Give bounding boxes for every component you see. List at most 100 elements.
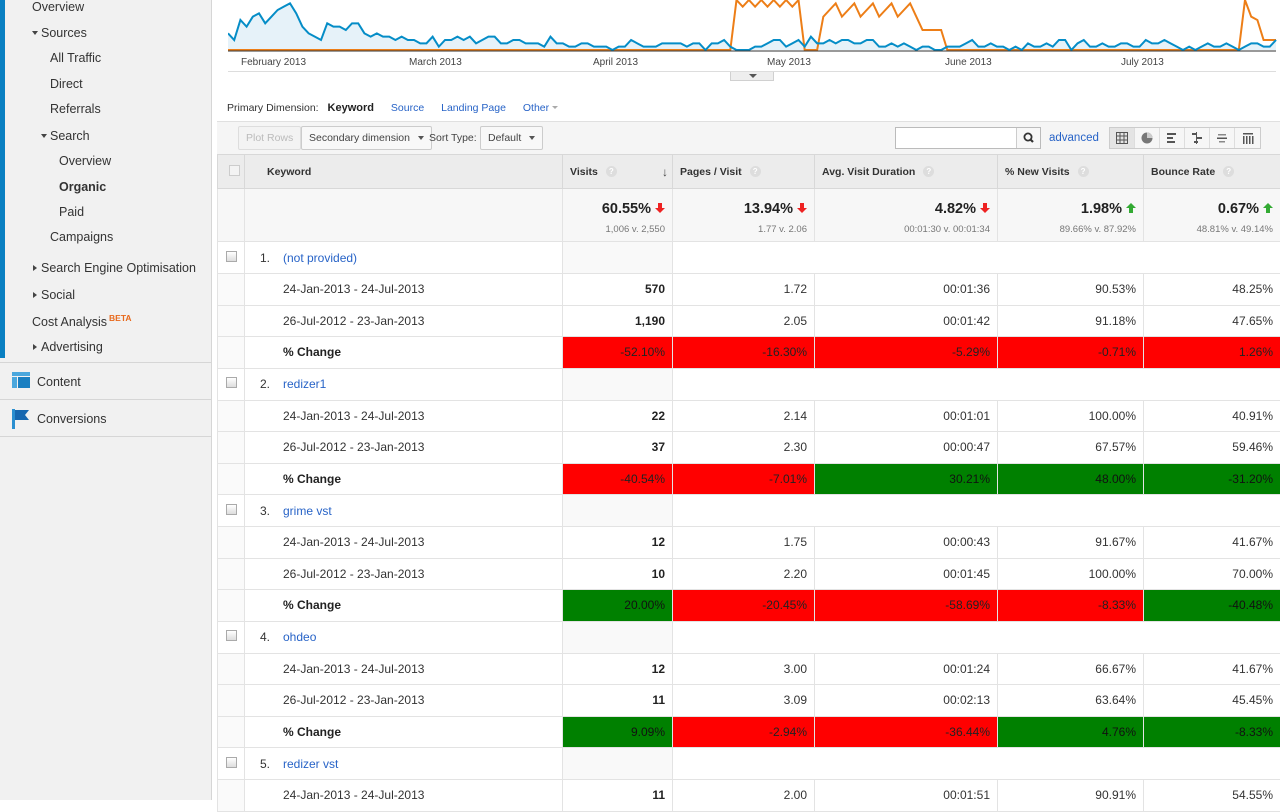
col-header-bounce-rate[interactable]: Bounce Rate? (1144, 155, 1280, 189)
col-header-label: Keyword (267, 166, 311, 178)
sidebar-item-overview[interactable]: Overview (59, 154, 111, 168)
trend-arrow-icon (797, 201, 807, 211)
row-checkbox[interactable] (226, 504, 237, 515)
sort-type-label: Sort Type: (429, 132, 477, 144)
keyword-cell: 1.(not provided) (245, 242, 563, 274)
sidebar-item-label: Overview (59, 154, 111, 168)
col-header-keyword[interactable]: Keyword (245, 155, 563, 189)
view-switcher (1109, 127, 1261, 149)
sidebar-item-campaigns[interactable]: Campaigns (50, 230, 113, 244)
trend-arrow-icon (1126, 201, 1136, 211)
comparison-view-icon (1191, 132, 1203, 144)
change-new-visits: -8.33% (998, 590, 1144, 622)
row-checkbox[interactable] (226, 377, 237, 388)
date-range-row: 24-Jan-2013 - 24-Jul-2013121.7500:00:439… (218, 527, 1280, 559)
sidebar-item-direct[interactable]: Direct (50, 77, 83, 91)
sidebar-item-organic[interactable]: Organic (59, 180, 106, 194)
sidebar-item-all-traffic[interactable]: All Traffic (50, 51, 101, 65)
primary-dimension-keyword-active[interactable]: Keyword (328, 102, 374, 114)
keyword-link[interactable]: redizer vst (283, 757, 338, 771)
sidebar-item-cost-analysis[interactable]: Cost AnalysisBETA (32, 313, 132, 329)
term-cloud-view-button[interactable] (1210, 128, 1235, 148)
sidebar-item-referrals[interactable]: Referrals (50, 102, 101, 116)
sidebar-section-conversions[interactable]: Conversions (0, 399, 211, 435)
pivot-view-button[interactable] (1235, 128, 1260, 148)
sidebar-section-content[interactable]: Content (0, 362, 211, 398)
blank-cell (563, 495, 673, 527)
table-search-input[interactable] (896, 128, 1016, 148)
sidebar-item-label: Advertising (41, 340, 103, 354)
row-index: 4. (260, 630, 283, 644)
search-button[interactable] (1016, 128, 1040, 148)
percent-change-label: % Change (245, 337, 563, 369)
help-icon[interactable]: ? (923, 166, 934, 177)
date-range-row: 26-Jul-2012 - 23-Jan-2013372.3000:00:476… (218, 432, 1280, 464)
date-range-label: 24-Jan-2013 - 24-Jul-2013 (245, 653, 563, 685)
row-checkbox[interactable] (226, 251, 237, 262)
row-checkbox[interactable] (226, 630, 237, 641)
total-compare: 89.66% v. 87.92% (998, 224, 1136, 235)
help-icon[interactable]: ? (1078, 166, 1089, 177)
blank-cell (673, 621, 1280, 653)
table-view-button[interactable] (1110, 128, 1135, 148)
sidebar-item-paid[interactable]: Paid (59, 205, 84, 219)
row-cb-cell (218, 685, 245, 717)
chart-collapse-handle[interactable] (730, 72, 774, 81)
secondary-dimension-label: Secondary dimension (309, 132, 410, 144)
series-area-visits (228, 3, 1276, 50)
metric-avg-duration: 00:01:45 (815, 558, 998, 590)
secondary-dimension-dropdown[interactable]: Secondary dimension (301, 126, 432, 150)
help-icon[interactable]: ? (1223, 166, 1234, 177)
sort-type-dropdown[interactable]: Default (480, 126, 543, 150)
keyword-link[interactable]: ohdeo (283, 630, 316, 644)
keyword-group-row: 4.ohdeo (218, 621, 1280, 653)
sidebar-item-social[interactable]: Social (33, 288, 75, 302)
sidebar-item-sources[interactable]: Sources (32, 26, 87, 40)
sidebar-item-label: Social (41, 288, 75, 302)
keyword-group-row: 1.(not provided) (218, 242, 1280, 274)
row-checkbox-cell (218, 368, 245, 400)
chevron-down-icon (418, 136, 424, 140)
col-header-new-visits[interactable]: % New Visits? (998, 155, 1144, 189)
sidebar-item-search[interactable]: Search (41, 129, 90, 143)
primary-dimension-landing-page[interactable]: Landing Page (441, 102, 506, 114)
sort-descending-icon: ↓ (662, 165, 668, 179)
help-icon[interactable]: ? (750, 166, 761, 177)
col-header-pages-visit[interactable]: Pages / Visit? (673, 155, 815, 189)
col-header-avg-visit-duration[interactable]: Avg. Visit Duration? (815, 155, 998, 189)
sidebar-item-advertising[interactable]: Advertising (33, 340, 103, 354)
sidebar-item-label: All Traffic (50, 51, 101, 65)
metric-bounce-rate: 45.45% (1144, 685, 1280, 717)
table-toolbar: Plot Rows Secondary dimension Sort Type:… (217, 121, 1280, 154)
help-icon[interactable]: ? (606, 166, 617, 177)
pie-view-button[interactable] (1135, 128, 1160, 148)
change-avg-duration: -58.69% (815, 590, 998, 622)
row-checkbox[interactable] (226, 757, 237, 768)
sidebar-item-search-engine-optimisation[interactable]: Search Engine Optimisation (33, 261, 196, 275)
table-view-icon (1116, 132, 1128, 144)
primary-dimension-other[interactable]: Other (523, 102, 558, 114)
date-range-label: 26-Jul-2012 - 23-Jan-2013 (245, 685, 563, 717)
total-compare: 00:01:30 v. 00:01:34 (815, 224, 990, 235)
term-cloud-view-icon (1216, 132, 1228, 144)
sidebar-item-overview[interactable]: Overview (32, 0, 84, 14)
date-range-label: 24-Jan-2013 - 24-Jul-2013 (245, 400, 563, 432)
x-tick-label: February 2013 (241, 57, 306, 68)
primary-dimension-source[interactable]: Source (391, 102, 424, 114)
keyword-group-row: 3.grime vst (218, 495, 1280, 527)
keyword-link[interactable]: (not provided) (283, 251, 357, 265)
other-label: Other (523, 102, 549, 114)
keyword-link[interactable]: grime vst (283, 504, 332, 518)
row-checkbox-cell (218, 495, 245, 527)
advanced-filter-link[interactable]: advanced (1049, 132, 1099, 144)
keyword-link[interactable]: redizer1 (283, 377, 326, 391)
date-range-row: 24-Jan-2013 - 24-Jul-2013222.1400:01:011… (218, 400, 1280, 432)
select-all-checkbox[interactable] (229, 165, 240, 176)
performance-view-button[interactable] (1160, 128, 1185, 148)
col-header-visits[interactable]: Visits?↓ (563, 155, 673, 189)
x-tick-label: July 2013 (1121, 57, 1164, 68)
comparison-view-button[interactable] (1185, 128, 1210, 148)
plot-rows-button[interactable]: Plot Rows (238, 126, 301, 150)
metric-bounce-rate: 54.55% (1144, 780, 1280, 812)
pivot-view-icon (1242, 132, 1254, 144)
